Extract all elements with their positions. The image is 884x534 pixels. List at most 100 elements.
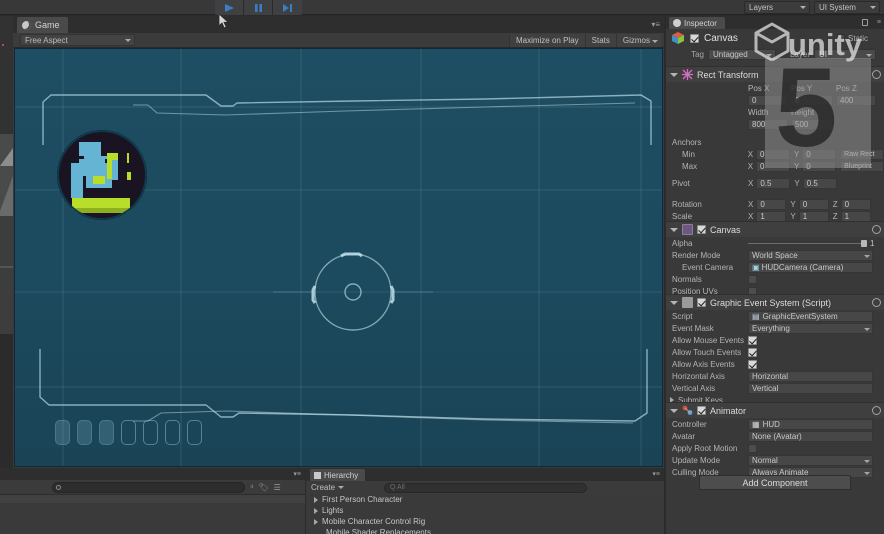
- aspect-ratio-dropdown[interactable]: Free Aspect: [20, 34, 135, 46]
- allow-mouse-checkbox[interactable]: [748, 335, 757, 345]
- static-toggle[interactable]: Static: [836, 34, 868, 43]
- gear-icon[interactable]: [872, 298, 881, 307]
- game-view-toolbar: Free Aspect Maximize on Play Stats Gizmo…: [13, 33, 664, 48]
- list-item[interactable]: First Person Character: [306, 494, 664, 505]
- add-component-button[interactable]: Add Component: [699, 475, 851, 490]
- chevron-down-icon: [864, 327, 870, 331]
- tab-game[interactable]: Game: [17, 17, 68, 33]
- render-mode-dropdown[interactable]: World Space: [748, 249, 873, 261]
- stats-button[interactable]: Stats: [584, 33, 616, 47]
- hierarchy-search-input[interactable]: Q All: [384, 482, 588, 493]
- expand-triangle-icon[interactable]: [314, 496, 318, 503]
- controller-row: Controller ▦ HUD: [666, 418, 884, 430]
- pip-empty: [121, 420, 136, 445]
- list-item[interactable]: Mobile Character Control Rig: [306, 516, 664, 527]
- project-breadcrumb-strip: [0, 495, 305, 503]
- pivot-y-value: 0.5: [806, 178, 818, 188]
- pivot-x-field[interactable]: 0.5: [756, 177, 791, 189]
- normals-checkbox[interactable]: [748, 274, 757, 284]
- horizontal-axis-label: Horizontal Axis: [672, 371, 725, 381]
- expand-triangle-icon[interactable]: [314, 518, 318, 525]
- sort-icon[interactable]: ⁴: [250, 483, 253, 492]
- static-checkbox[interactable]: [836, 34, 845, 42]
- list-item[interactable]: Mobile Shader Replacements: [306, 527, 664, 534]
- gameobject-enabled-checkbox[interactable]: [690, 33, 699, 43]
- pivot-y-field[interactable]: 0.5: [802, 177, 837, 189]
- event-camera-value: HUDCamera (Camera): [761, 262, 844, 272]
- expand-triangle-icon[interactable]: [314, 507, 318, 514]
- list-item[interactable]: Lights: [306, 505, 664, 516]
- gear-icon[interactable]: [872, 225, 881, 234]
- rotation-z-field[interactable]: 0: [840, 198, 871, 210]
- axis-x-label: X: [747, 161, 754, 171]
- rotation-x-field[interactable]: 0: [756, 198, 787, 210]
- allow-touch-checkbox[interactable]: [748, 347, 757, 357]
- avatar-field[interactable]: None (Avatar): [748, 430, 873, 442]
- layers-dropdown[interactable]: Layers: [744, 1, 810, 14]
- allow-axis-checkbox[interactable]: [748, 359, 757, 369]
- project-search-input[interactable]: [52, 481, 245, 493]
- scale-y-field[interactable]: 1: [798, 210, 829, 222]
- foldout-icon[interactable]: [670, 227, 678, 232]
- tab-inspector-label: Inspector: [684, 18, 717, 28]
- rotation-row: Rotation X 0 Y 0 Z 0: [666, 198, 884, 210]
- scene-view-sliver[interactable]: [0, 16, 13, 468]
- alpha-value[interactable]: 1: [870, 239, 884, 248]
- scale-z-field[interactable]: 1: [840, 210, 871, 222]
- event-camera-field[interactable]: ▣ HUDCamera (Camera): [748, 261, 873, 273]
- maximize-on-play-button[interactable]: Maximize on Play: [508, 33, 585, 47]
- chevron-down-icon: [800, 6, 806, 9]
- project-toolbar: ⁴ 🏷 ☰: [0, 480, 305, 494]
- event-mask-value: Everything: [752, 323, 790, 333]
- controller-field[interactable]: ▦ HUD: [748, 418, 873, 430]
- panel-menu-icon[interactable]: ▾≡: [293, 470, 301, 478]
- canvas-header[interactable]: Canvas: [666, 222, 884, 237]
- animator-enabled-checkbox[interactable]: [697, 406, 706, 415]
- rotation-y-field[interactable]: 0: [798, 198, 829, 210]
- foldout-icon[interactable]: [670, 408, 678, 413]
- event-mask-dropdown[interactable]: Everything: [748, 322, 873, 334]
- gear-icon[interactable]: [872, 406, 881, 415]
- script-value: GraphicEventSystem: [762, 311, 838, 321]
- tag-icon[interactable]: 🏷: [258, 483, 268, 492]
- component-graphic-event-system: Graphic Event System (Script) Script ▤ G…: [666, 294, 884, 406]
- apply-root-motion-checkbox[interactable]: [748, 443, 757, 453]
- list-view-icon[interactable]: ☰: [274, 483, 281, 492]
- update-mode-dropdown[interactable]: Normal: [748, 454, 873, 466]
- pivot-row: Pivot X 0.5 Y 0.5: [666, 177, 884, 189]
- game-render-area[interactable]: [14, 48, 663, 467]
- apply-root-motion-row: Apply Root Motion: [666, 442, 884, 454]
- script-field[interactable]: ▤ GraphicEventSystem: [748, 310, 873, 322]
- game-tab-bar: Game ▾≡: [13, 16, 664, 33]
- vertical-axis-field[interactable]: Vertical: [748, 382, 873, 394]
- layout-dropdown[interactable]: UI System: [814, 1, 880, 14]
- lock-icon[interactable]: [862, 19, 868, 26]
- play-button[interactable]: [215, 0, 244, 15]
- canvas-enabled-checkbox[interactable]: [697, 225, 706, 234]
- graphic-event-system-header[interactable]: Graphic Event System (Script): [666, 295, 884, 310]
- foldout-icon[interactable]: [670, 72, 678, 77]
- cs-script-icon: ▤: [752, 311, 760, 321]
- chevron-down-icon: [766, 53, 772, 57]
- alpha-slider[interactable]: [748, 239, 867, 247]
- gizmos-button[interactable]: Gizmos: [615, 33, 661, 47]
- allow-mouse-row: Allow Mouse Events: [666, 334, 884, 346]
- rotation-z-value: 0: [844, 199, 850, 209]
- foldout-icon[interactable]: [670, 300, 678, 305]
- panel-menu-icon[interactable]: ≡: [877, 19, 881, 26]
- horizontal-axis-field[interactable]: Horizontal: [748, 370, 873, 382]
- project-content-area[interactable]: [0, 494, 305, 534]
- step-button[interactable]: [273, 0, 302, 15]
- tag-label: Tag: [691, 49, 704, 59]
- panel-menu-icon[interactable]: ▾≡: [652, 470, 660, 478]
- animator-header[interactable]: Animator: [666, 403, 884, 418]
- tab-inspector[interactable]: Inspector: [669, 17, 725, 29]
- tab-hierarchy[interactable]: Hierarchy: [310, 469, 366, 481]
- panel-menu-icon[interactable]: ▾≡: [651, 20, 660, 29]
- pause-button[interactable]: [244, 0, 273, 15]
- gameobject-name[interactable]: Canvas: [704, 33, 738, 44]
- hierarchy-create-button[interactable]: Create: [311, 483, 345, 492]
- scale-x-field[interactable]: 1: [756, 210, 787, 222]
- gear-icon[interactable]: [872, 70, 881, 79]
- graphic-event-system-enabled-checkbox[interactable]: [697, 298, 706, 307]
